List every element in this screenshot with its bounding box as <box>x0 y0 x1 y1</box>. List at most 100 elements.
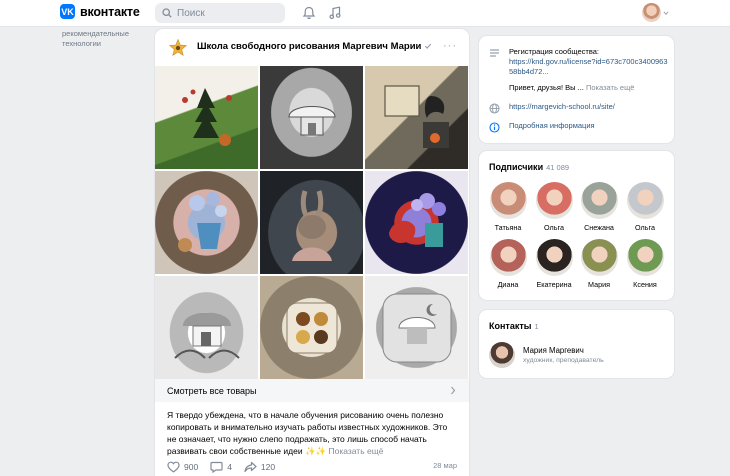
contacts-card: Контакты 1 Мария Маргевич художник, препо… <box>479 310 674 378</box>
star-logo-icon <box>168 38 187 56</box>
view-all-goods-link[interactable]: Смотреть все товары <box>155 379 469 402</box>
community-avatar[interactable] <box>167 37 188 58</box>
greeting-show-more-link[interactable]: Показать ещё <box>586 83 634 92</box>
info-row-details: Подробная информация <box>489 121 669 133</box>
community-description: Регистрация сообщества: https://knd.gov.… <box>509 47 669 93</box>
music-icon[interactable] <box>328 6 342 20</box>
bell-icon[interactable] <box>302 6 316 20</box>
artwork-rooster-icon <box>388 192 446 247</box>
show-more-link[interactable]: Показать ещё <box>328 446 383 456</box>
contacts-title[interactable]: Контакты 1 <box>489 321 539 331</box>
heart-icon <box>167 461 180 473</box>
share-arrow-icon <box>244 461 257 473</box>
subscribers-title[interactable]: Подписчики 41 089 <box>489 162 569 172</box>
contacts-count: 1 <box>534 322 539 331</box>
details-link[interactable]: Подробная информация <box>509 121 669 131</box>
subscriber-avatar <box>489 182 527 219</box>
greeting-line: Привет, друзья! Вы ... Показать ещё <box>509 83 669 93</box>
subscriber-item[interactable]: Ольга <box>535 182 573 232</box>
goods-image-9[interactable] <box>365 276 468 379</box>
search-input[interactable] <box>177 7 277 19</box>
search-box[interactable] <box>155 3 285 23</box>
subscriber-name: Екатерина <box>536 280 572 289</box>
community-name-text: Школа свободного рисования Маргевич Мари… <box>197 41 422 52</box>
more-options-button[interactable]: ··· <box>443 40 457 52</box>
subscriber-avatar <box>535 182 573 219</box>
subscribers-count: 41 089 <box>546 163 570 172</box>
goods-image-7[interactable] <box>155 276 258 379</box>
registration-label: Регистрация сообщества: <box>509 47 599 56</box>
subscriber-avatar <box>580 239 618 276</box>
left-nav-recommendation-tech[interactable]: рекомендательные технологии <box>62 29 142 48</box>
post-actions: 900 4 120 <box>167 460 287 474</box>
info-icon <box>489 122 500 133</box>
site-link[interactable]: https://margevich-school.ru/site/ <box>509 102 669 112</box>
subscriber-avatar <box>626 239 664 276</box>
text-lines-icon <box>490 49 499 57</box>
subscriber-avatar <box>489 239 527 276</box>
vk-logo-icon: VK <box>60 4 75 19</box>
share-count: 120 <box>260 462 276 472</box>
subscriber-avatar <box>535 239 573 276</box>
comment-button[interactable]: 4 <box>210 461 232 473</box>
subscriber-item[interactable]: Диана <box>489 239 527 289</box>
subscriber-name: Ольга <box>544 223 564 232</box>
post-header: Школа свободного рисования Маргевич Мари… <box>155 29 469 66</box>
chevron-down-icon[interactable] <box>663 10 669 16</box>
subscriber-name: Ксения <box>633 280 657 289</box>
artwork-house-sketch-icon <box>173 312 240 359</box>
subscriber-avatar <box>580 182 618 219</box>
goods-image-5[interactable] <box>260 171 363 274</box>
top-header: VK вконтакте <box>0 0 730 27</box>
subscriber-name: Диана <box>497 280 519 289</box>
chevron-right-icon <box>451 386 456 395</box>
logo-text: вконтакте <box>80 4 140 19</box>
goods-image-4[interactable] <box>155 171 258 274</box>
subscriber-name: Ольга <box>635 223 655 232</box>
subscriber-item[interactable]: Мария <box>580 239 618 289</box>
globe-icon <box>489 103 500 114</box>
info-row-registration: Регистрация сообщества: https://knd.gov.… <box>489 47 669 93</box>
verified-check-icon <box>425 43 432 49</box>
goods-image-3[interactable] <box>365 66 468 169</box>
wall-post: Школа свободного рисования Маргевич Мари… <box>155 29 469 476</box>
post-text: Я твердо убеждена, что в начале обучения… <box>167 409 459 457</box>
subscriber-item[interactable]: Екатерина <box>535 239 573 289</box>
subscriber-item[interactable]: Снежана <box>580 182 618 232</box>
subscriber-item[interactable]: Ольга <box>626 182 664 232</box>
goods-image-1[interactable] <box>155 66 258 169</box>
post-text-body: Я твердо убеждена, что в начале обучения… <box>167 410 448 456</box>
goods-image-8[interactable] <box>260 276 363 379</box>
subscriber-name: Снежана <box>584 223 614 232</box>
registration-link[interactable]: https://knd.gov.ru/license?id=673c700c34… <box>509 57 669 77</box>
artwork-palette-icon <box>286 302 337 353</box>
post-date[interactable]: 28 мар <box>433 461 457 470</box>
contact-role: художник, преподаватель <box>523 357 604 364</box>
vk-logo[interactable]: VK вконтакте <box>60 4 140 19</box>
share-button[interactable]: 120 <box>244 461 275 473</box>
contacts-title-text: Контакты <box>489 321 532 331</box>
subscriber-avatar <box>626 182 664 219</box>
comment-icon <box>210 461 223 473</box>
community-name[interactable]: Школа свободного рисования Маргевич Мари… <box>197 41 432 52</box>
subscribers-title-text: Подписчики <box>489 162 544 172</box>
goods-image-2[interactable] <box>260 66 363 169</box>
like-count: 900 <box>184 462 199 472</box>
comment-count: 4 <box>227 462 232 472</box>
view-all-goods-label: Смотреть все товары <box>167 385 257 396</box>
subscribers-card: Подписчики 41 089 Татьяна Ольга Снежана Ольг… <box>479 151 674 300</box>
subscriber-item[interactable]: Ксения <box>626 239 664 289</box>
subscriber-item[interactable]: Татьяна <box>489 182 527 232</box>
like-button[interactable]: 900 <box>167 461 198 473</box>
contact-avatar[interactable] <box>489 342 515 368</box>
greeting-text: Привет, друзья! Вы ... <box>509 83 584 92</box>
goods-image-6[interactable] <box>365 171 468 274</box>
user-avatar[interactable] <box>642 3 661 22</box>
contact-name[interactable]: Мария Маргевич <box>523 346 584 355</box>
artwork-mushroom-house-icon <box>287 105 336 135</box>
search-icon <box>162 8 172 18</box>
artwork-bunny-icon <box>291 189 332 261</box>
subscriber-name: Мария <box>588 280 610 289</box>
subscriber-name: Татьяна <box>494 223 522 232</box>
artwork-flower-vase-icon <box>177 191 227 252</box>
